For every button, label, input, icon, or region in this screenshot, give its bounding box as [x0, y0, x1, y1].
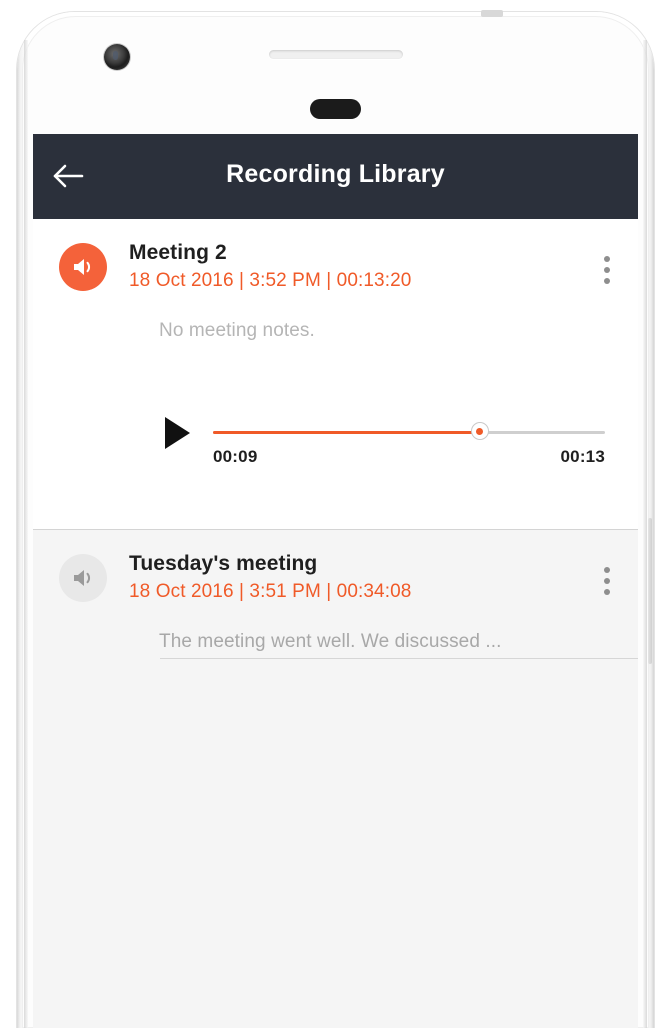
dot [604, 256, 610, 262]
seek-thumb[interactable] [470, 422, 489, 440]
dot [604, 278, 610, 284]
list-divider [160, 658, 638, 659]
recording-header: Meeting 2 18 Oct 2016 | 3:52 PM | 00:13:… [33, 241, 638, 292]
more-vertical-icon[interactable] [592, 251, 622, 289]
recording-text-block: Meeting 2 18 Oct 2016 | 3:52 PM | 00:13:… [129, 241, 411, 292]
recording-header: Tuesday's meeting 18 Oct 2016 | 3:51 PM … [33, 552, 638, 603]
earpiece-speaker [269, 50, 403, 59]
time-row: 00:09 00:13 [213, 447, 605, 467]
recording-list: Meeting 2 18 Oct 2016 | 3:52 PM | 00:13:… [33, 219, 638, 702]
recording-item-collapsed[interactable]: Tuesday's meeting 18 Oct 2016 | 3:51 PM … [33, 530, 638, 702]
recording-title: Meeting 2 [129, 241, 227, 264]
speaker-icon[interactable] [59, 243, 107, 291]
phone-top-button[interactable] [481, 10, 503, 17]
phone-side-button[interactable] [648, 518, 652, 664]
dot [604, 267, 610, 273]
page-title: Recording Library [226, 160, 445, 188]
sensor-pill [310, 99, 361, 119]
phone-screen: Recording Library Meeting 2 18 Oct 2016 … [33, 134, 638, 1028]
total-time: 00:13 [560, 447, 605, 466]
seek-fill [213, 431, 480, 434]
dot [604, 567, 610, 573]
phone-left-edge [24, 40, 28, 1028]
current-time: 00:09 [213, 447, 258, 466]
seek-bar[interactable] [213, 422, 605, 440]
speaker-icon[interactable] [59, 554, 107, 602]
app-header: Recording Library [33, 134, 638, 219]
recording-item-expanded[interactable]: Meeting 2 18 Oct 2016 | 3:52 PM | 00:13:… [33, 219, 638, 530]
phone-device-frame: Recording Library Meeting 2 18 Oct 2016 … [0, 0, 671, 1028]
front-camera-icon [104, 44, 130, 70]
recording-meta: 18 Oct 2016 | 3:51 PM | 00:34:08 [129, 581, 412, 603]
recording-meta: 18 Oct 2016 | 3:52 PM | 00:13:20 [129, 270, 412, 292]
dot [604, 589, 610, 595]
more-vertical-icon[interactable] [592, 562, 622, 600]
dot [604, 578, 610, 584]
audio-player: 00:09 00:13 [33, 407, 638, 493]
recording-text-block: Tuesday's meeting 18 Oct 2016 | 3:51 PM … [129, 552, 411, 603]
recording-notes: No meeting notes. [159, 320, 315, 342]
recording-title: Tuesday's meeting [129, 552, 318, 575]
phone-right-edge [643, 40, 647, 1028]
recording-notes: The meeting went well. We discussed ... [159, 631, 502, 653]
play-icon[interactable] [165, 417, 190, 449]
